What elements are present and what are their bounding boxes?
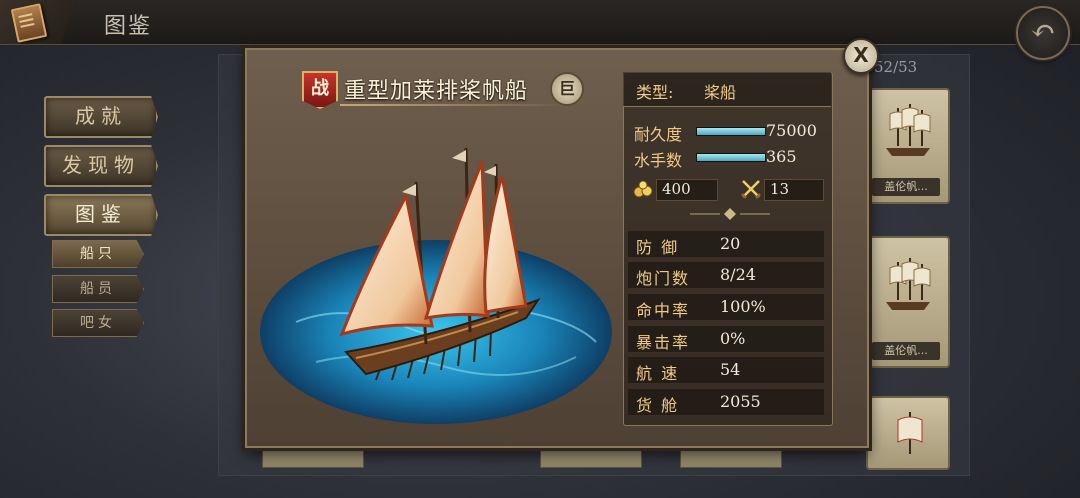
- collection-card[interactable]: [866, 396, 950, 470]
- close-x-icon: X: [853, 43, 869, 67]
- card-caption: 盖伦帆...: [872, 342, 940, 360]
- codex-book-button[interactable]: [0, 0, 78, 44]
- sail-main: [423, 161, 490, 320]
- collection-count: 52/53: [874, 58, 918, 76]
- menu-codex-button[interactable]: 图鉴: [44, 194, 158, 236]
- divider-ornament: [690, 208, 770, 220]
- durability-value: 75000: [766, 121, 817, 140]
- stat-value-accuracy: 100%: [720, 297, 766, 316]
- title-underline: [340, 104, 570, 106]
- ship-name: 重型加莱排桨帆船: [344, 79, 529, 104]
- crossed-swords-icon: [741, 180, 761, 199]
- cannonball-icon: [633, 180, 653, 198]
- collection-card[interactable]: 盖伦帆...: [866, 88, 950, 204]
- submenu-barmaids-button[interactable]: 吧女: [52, 309, 144, 337]
- type-value: 桨船: [704, 83, 737, 102]
- book-icon: [10, 3, 48, 43]
- submenu-ships-button[interactable]: 船只: [52, 240, 144, 268]
- type-label: 类型:: [636, 83, 674, 102]
- card-caption: 盖伦帆...: [872, 178, 940, 196]
- stat-value-speed: 54: [720, 360, 741, 379]
- sailors-bar-fill: [697, 154, 765, 161]
- page-title: 图鉴: [104, 14, 153, 39]
- ship-illustration: [260, 147, 612, 424]
- size-class-badge: 巨: [550, 72, 584, 106]
- stat-label-cargo: 货 舱: [636, 396, 680, 415]
- back-arrow-icon: ↶: [1030, 14, 1056, 49]
- stat-label-speed: 航 速: [636, 364, 680, 383]
- stat-value-cargo: 2055: [720, 392, 761, 411]
- sailors-label: 水手数: [634, 151, 683, 170]
- menu-achievements-button[interactable]: 成就: [44, 96, 158, 138]
- cannonball-value: 400: [662, 180, 691, 198]
- stat-label-defense: 防 御: [636, 238, 680, 257]
- ship-thumbnail-icon: [897, 412, 923, 454]
- back-button[interactable]: ↶: [1016, 6, 1070, 60]
- menu-discoveries-button[interactable]: 发现物: [44, 145, 158, 187]
- durability-label: 耐久度: [634, 125, 683, 144]
- sailors-bar: [696, 153, 766, 162]
- stat-label-crit-rate: 暴击率: [636, 333, 691, 352]
- sailors-value: 365: [766, 147, 797, 166]
- stat-label-gun-ports: 炮门数: [636, 269, 691, 288]
- stat-value-crit-rate: 0%: [720, 329, 746, 348]
- sail-mizzen: [483, 175, 528, 314]
- durability-bar-fill: [697, 128, 765, 135]
- collection-card[interactable]: 盖伦帆...: [866, 236, 950, 368]
- stat-label-accuracy: 命中率: [636, 301, 691, 320]
- stat-value-gun-ports: 8/24: [720, 265, 756, 284]
- stat-value-defense: 20: [720, 234, 741, 253]
- close-button[interactable]: X: [843, 38, 879, 74]
- ship-thumbnail-icon: [886, 104, 931, 156]
- durability-bar: [696, 127, 766, 136]
- top-bar: 图鉴: [0, 0, 1080, 45]
- submenu-crew-button[interactable]: 船员: [52, 275, 144, 303]
- swords-value: 13: [770, 180, 790, 198]
- ship-thumbnail-icon: [886, 258, 931, 310]
